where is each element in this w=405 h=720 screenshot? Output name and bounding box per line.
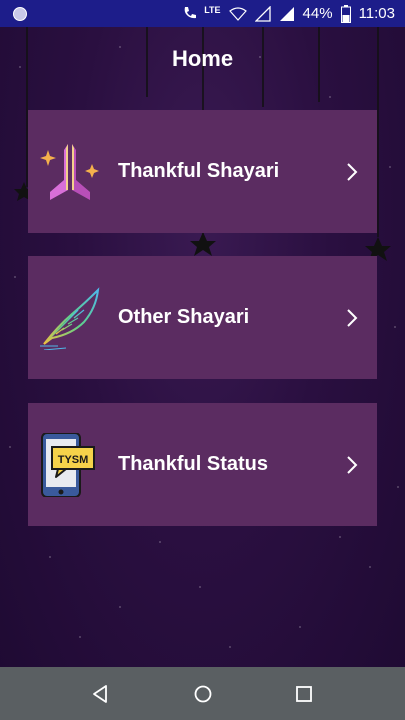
praying-hands-icon — [40, 144, 99, 200]
card-other-shayari[interactable]: Other Shayari — [28, 256, 377, 379]
page-title: Home — [171, 46, 234, 71]
back-icon[interactable] — [90, 683, 112, 705]
call-lte-icon — [184, 6, 197, 18]
chevron-right-icon — [347, 456, 358, 474]
feather-icon — [40, 287, 100, 350]
chevron-right-icon — [347, 163, 358, 181]
battery-icon — [340, 4, 351, 23]
card-thankful-shayari[interactable]: Thankful Shayari — [28, 110, 377, 233]
tysm-text: TYSM — [58, 454, 89, 466]
wifi-icon — [228, 6, 247, 21]
notification-icon — [12, 6, 28, 26]
card-label: Thankful Shayari — [118, 160, 280, 182]
card-label: Thankful Status — [118, 453, 269, 475]
lte-label: LTE — [204, 4, 221, 15]
card-thankful-status[interactable]: TYSM Thankful Status — [28, 403, 377, 526]
home-icon[interactable] — [192, 683, 214, 705]
phone-tysm-icon: TYSM — [41, 433, 95, 497]
status-bar: LTE 44% 11:03 — [0, 0, 405, 27]
navigation-bar — [0, 667, 405, 720]
card-label: Other Shayari — [118, 306, 250, 328]
battery-percent: 44% — [302, 5, 333, 22]
signal-icon — [254, 5, 271, 22]
clock: 11:03 — [358, 5, 395, 22]
recents-icon[interactable] — [293, 683, 315, 705]
chevron-right-icon — [347, 309, 358, 327]
signal-icon-2 — [279, 6, 294, 21]
